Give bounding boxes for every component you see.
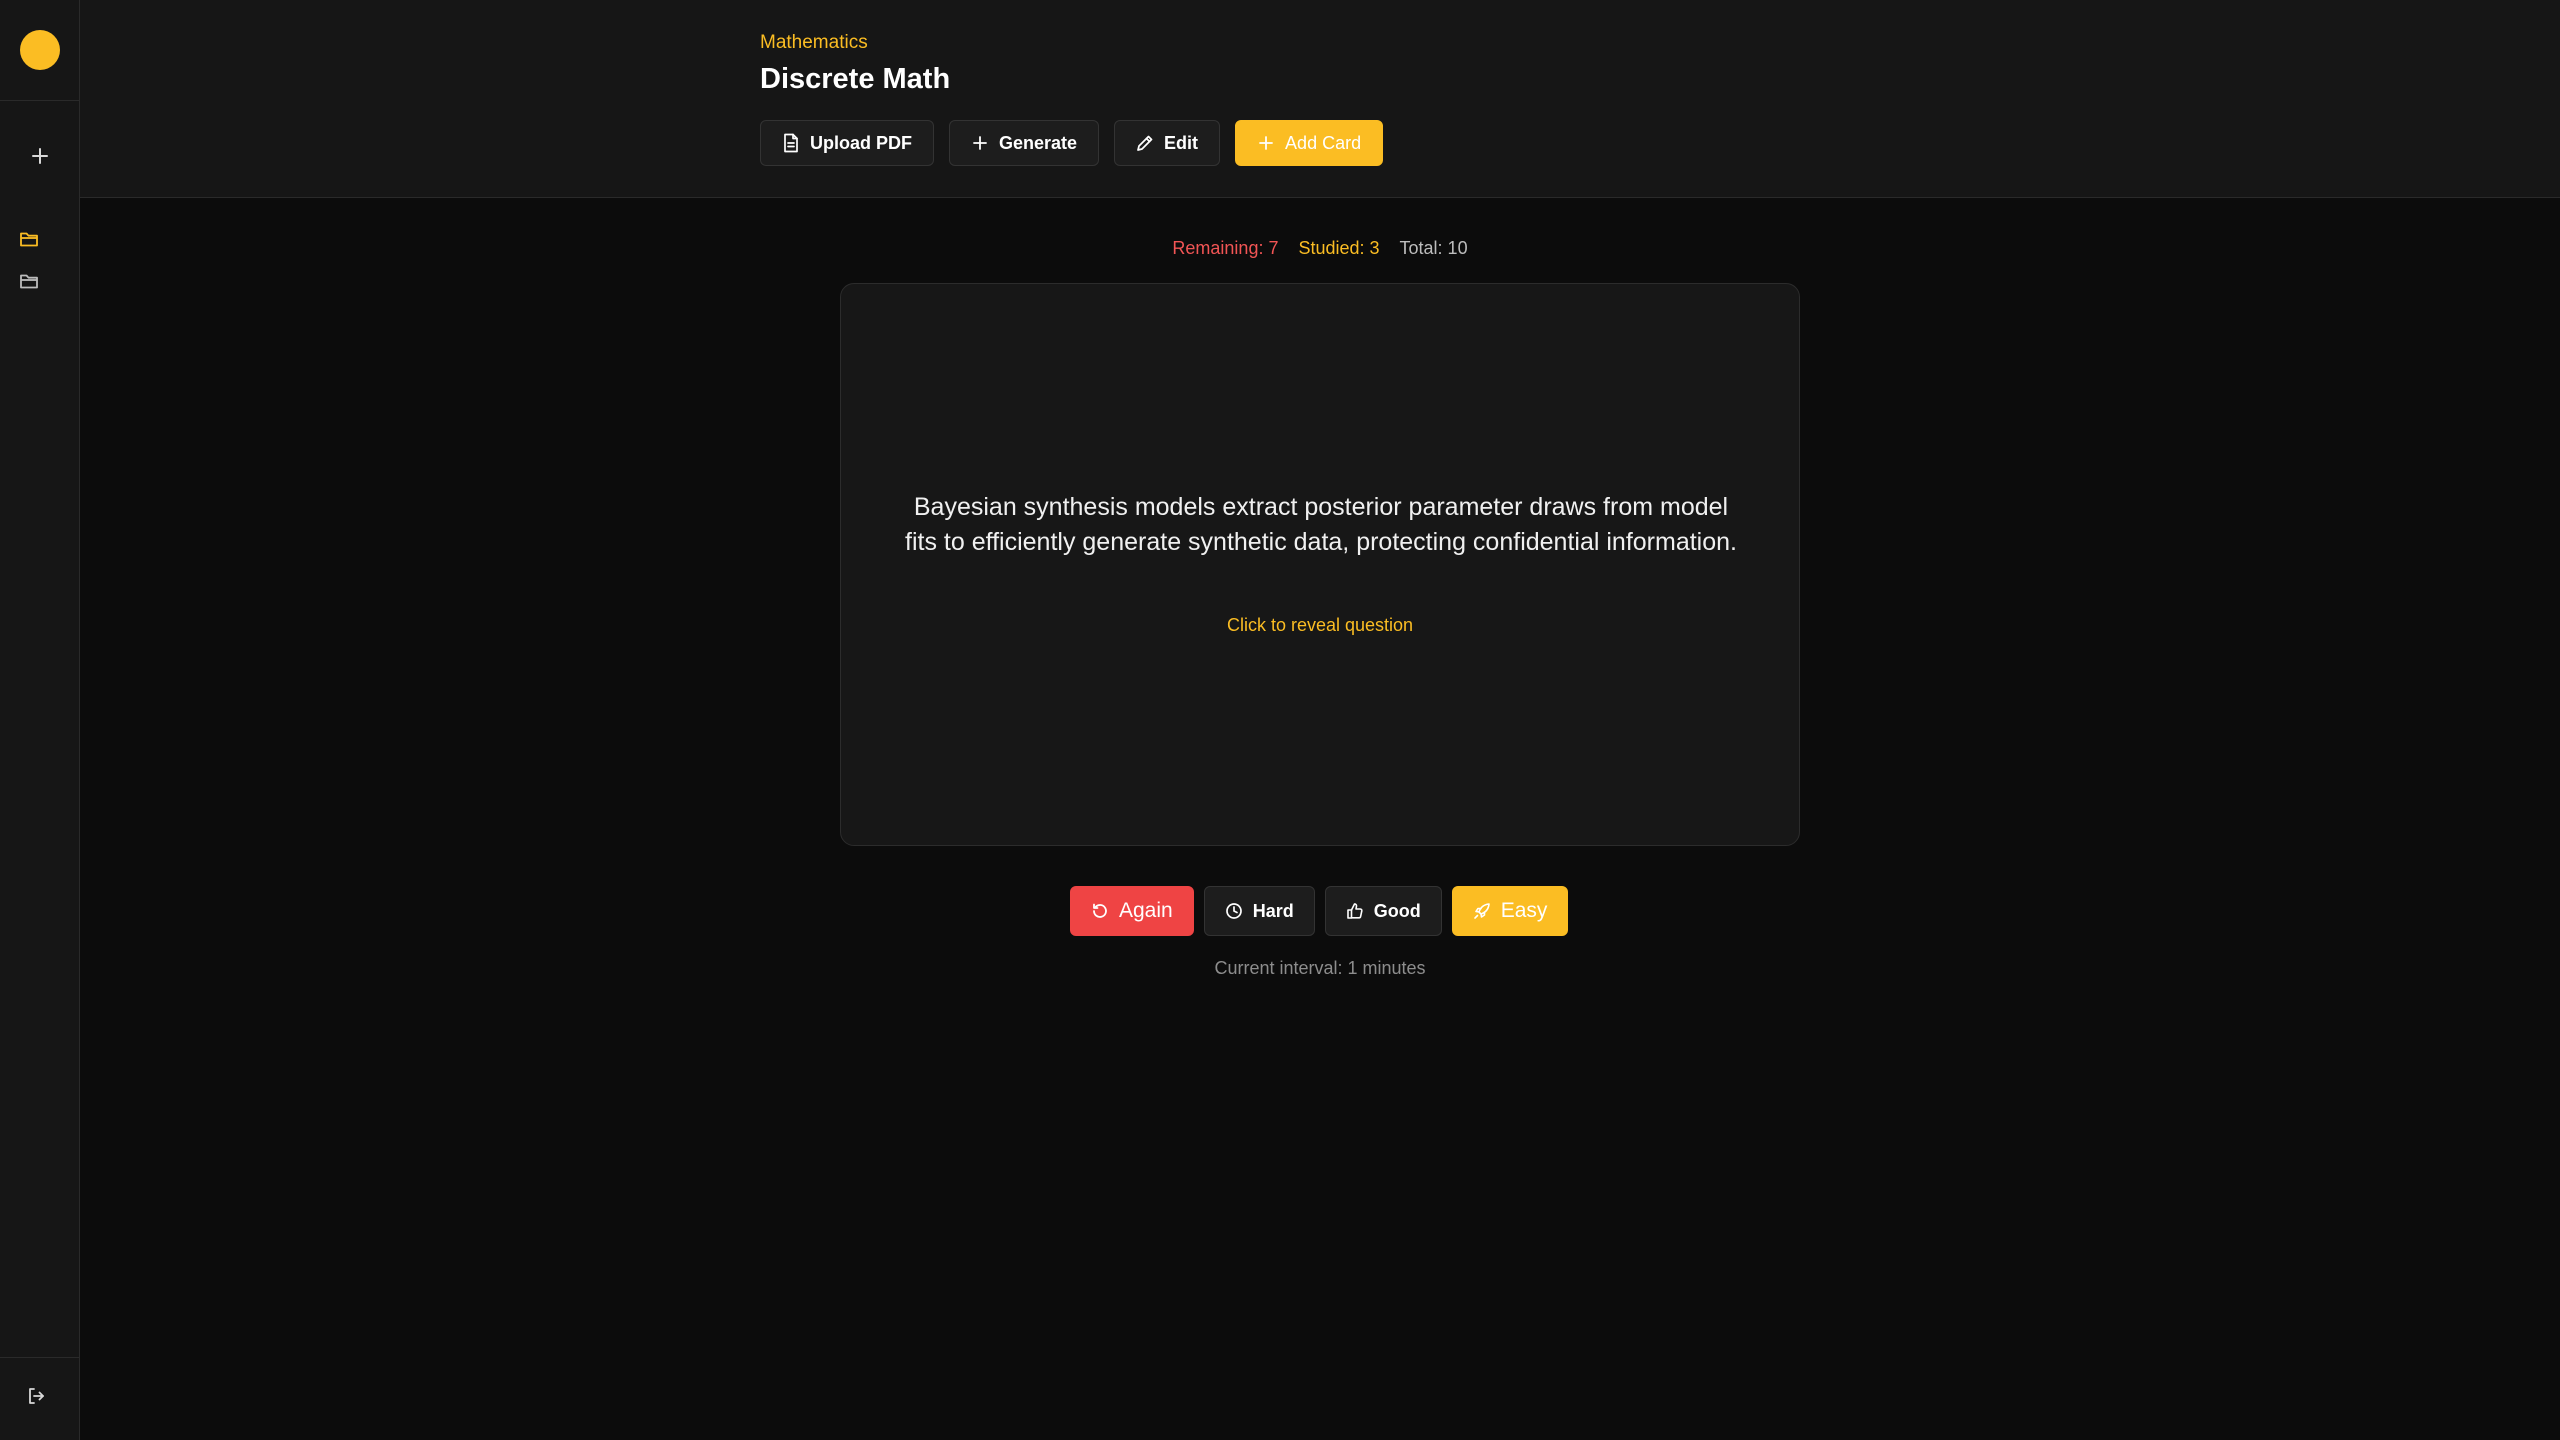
easy-button[interactable]: Easy	[1451, 886, 1569, 936]
add-card-label: Add Card	[1285, 132, 1362, 153]
good-label: Good	[1373, 900, 1421, 921]
logout-icon	[29, 1388, 44, 1404]
remaining-count: Remaining: 7	[1172, 238, 1279, 258]
breadcrumb[interactable]: Mathematics	[760, 32, 868, 54]
logout-button[interactable]	[20, 1380, 52, 1412]
folder-icon	[20, 274, 38, 289]
sidebar-divider	[0, 1357, 79, 1358]
logo[interactable]	[20, 30, 60, 70]
pencil-icon	[1137, 135, 1153, 151]
rating-buttons: Again Hard Good Easy	[1070, 886, 1569, 936]
again-button[interactable]: Again	[1070, 886, 1194, 936]
edit-button[interactable]: Edit	[1114, 120, 1221, 166]
header: Mathematics Discrete Math Upload PDF Gen…	[80, 0, 2560, 198]
studied-count: Studied: 3	[1298, 238, 1380, 258]
good-button[interactable]: Good	[1324, 886, 1442, 936]
rotate-ccw-icon	[1093, 903, 1107, 918]
flashcard[interactable]: Bayesian synthesis models extract poster…	[840, 283, 1800, 846]
toolbar: Upload PDF Generate Edit Add Card	[760, 120, 1384, 166]
upload-pdf-button[interactable]: Upload PDF	[760, 120, 934, 166]
total-count: Total: 10	[1399, 238, 1468, 258]
clock-icon	[1225, 903, 1242, 919]
sidebar-divider	[0, 100, 79, 101]
page-title: Discrete Math	[760, 63, 951, 95]
study-stats: Remaining: 7 Studied: 3 Total: 10	[80, 238, 2560, 259]
edit-label: Edit	[1164, 132, 1199, 153]
sidebar-folder-2[interactable]	[14, 268, 44, 294]
flashcard-answer-text: Bayesian synthesis models extract poster…	[905, 493, 1737, 556]
current-interval: Current interval: 1 minutes	[1214, 958, 1426, 978]
folder-icon	[20, 232, 38, 247]
sidebar	[0, 0, 80, 1440]
hard-button[interactable]: Hard	[1203, 886, 1315, 936]
plus-icon	[32, 148, 48, 164]
add-card-button[interactable]: Add Card	[1235, 120, 1384, 166]
plus-icon	[973, 136, 987, 150]
upload-pdf-label: Upload PDF	[810, 132, 912, 153]
reveal-question-hint: Click to reveal question	[1226, 615, 1414, 635]
rocket-icon	[1473, 903, 1490, 919]
hard-label: Hard	[1252, 900, 1294, 921]
again-label: Again	[1119, 899, 1173, 922]
new-folder-button[interactable]	[20, 136, 60, 176]
thumbs-up-icon	[1346, 903, 1363, 919]
plus-icon	[1259, 136, 1273, 150]
sidebar-folder-mathematics[interactable]	[14, 226, 44, 252]
easy-label: Easy	[1500, 899, 1548, 922]
generate-label: Generate	[999, 132, 1078, 153]
file-icon	[784, 133, 798, 153]
generate-button[interactable]: Generate	[949, 120, 1100, 166]
